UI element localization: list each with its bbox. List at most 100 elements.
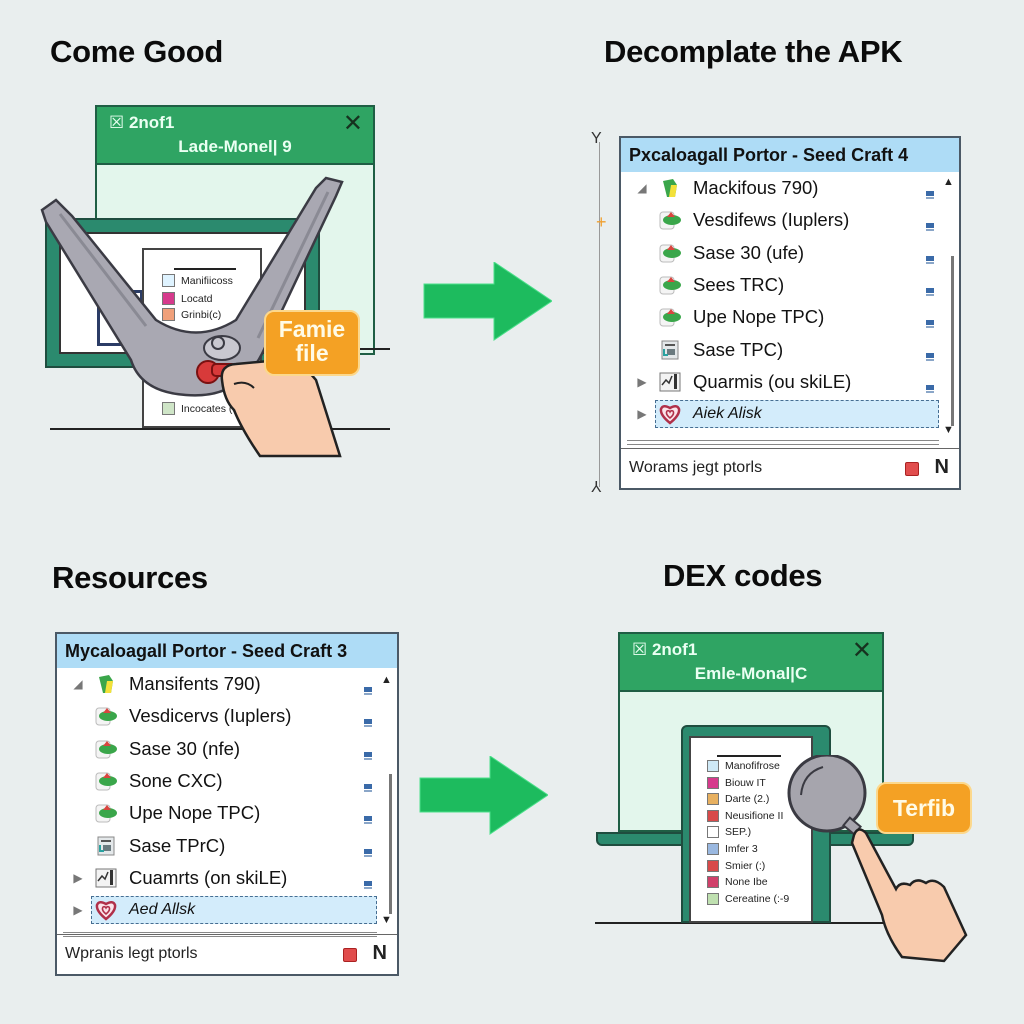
status-text: Wpranis legt ptorls	[65, 945, 198, 962]
doc-icon	[707, 793, 719, 806]
callout-line: Famie	[278, 316, 346, 342]
tree-row[interactable]: Sase 30 (ufe)	[621, 237, 959, 269]
row-action-icon[interactable]	[363, 776, 373, 793]
callout-line: Terfib	[892, 795, 956, 821]
collapse-arrow-icon[interactable]: ◢	[67, 677, 89, 691]
close-icon[interactable]: ✕	[852, 636, 872, 665]
tree-rows: ◢ Mackifous 790) Vesdifews (Iuplers) Sase 3…	[621, 172, 959, 430]
status-bar: Wpranis legt ptorls N	[57, 934, 397, 974]
heart-icon	[659, 403, 683, 425]
tree-row[interactable]: Upe Nope TPC)	[57, 797, 397, 829]
package-icon	[659, 242, 683, 264]
row-action-icon[interactable]	[363, 808, 373, 825]
doc-item: Smier (:)	[707, 859, 765, 872]
tree-row-selected[interactable]: ▶ Aiek Alisk	[621, 398, 959, 430]
tree-window-title: Mycaloagall Portor - Seed Craft 3	[57, 634, 397, 668]
row-action-icon[interactable]	[925, 280, 935, 297]
tree-row[interactable]: Vesdicervs (Iuplers)	[57, 700, 397, 732]
package-icon	[659, 209, 683, 231]
doc-item: Cereatine (:-9	[707, 892, 790, 905]
row-action-icon[interactable]	[925, 215, 935, 232]
doc-item: Darte (2.)	[707, 793, 769, 806]
tree-row-label: Upe Nope TPC)	[129, 802, 261, 824]
window-subtitle: Lade-Monel| 9	[178, 137, 292, 156]
doc-icon	[707, 776, 719, 789]
doc-icon	[707, 859, 719, 872]
heart-icon	[95, 899, 119, 921]
window-title: ☒ 2nof1	[109, 113, 175, 132]
scrollbar-thumb[interactable]	[951, 256, 954, 426]
doc-item-label: Cereatine (:-9	[725, 892, 790, 905]
tree-row[interactable]: Sees TRC)	[621, 269, 959, 301]
expand-arrow-icon[interactable]: ▶	[631, 375, 653, 389]
apk-tree-window: Pxcaloagall Portor - Seed Craft 4 ◢ Macki…	[619, 136, 961, 490]
row-action-icon[interactable]	[925, 183, 935, 200]
guide-top-handle[interactable]: Y	[591, 130, 602, 148]
heading-dex-codes: DEX codes	[663, 558, 823, 593]
guide-bottom-handle[interactable]: Y	[591, 476, 602, 494]
file-icon	[659, 339, 683, 361]
chart-icon	[95, 867, 119, 889]
status-bar: Worams jegt ptorls N	[621, 448, 959, 488]
row-action-icon[interactable]	[925, 312, 935, 329]
doc-item: Biouw IT	[707, 776, 766, 789]
doc-item: SEP.)	[707, 826, 751, 839]
horizontal-scrollbar[interactable]	[627, 440, 939, 445]
scroll-up-button[interactable]: ▲	[381, 674, 393, 686]
tree-rows: ◢ Mansifents 790) Vesdicervs (Iuplers) Sase…	[57, 668, 397, 926]
row-action-icon[interactable]	[363, 679, 373, 696]
package-icon	[659, 306, 683, 328]
tree-row[interactable]: ▶ Cuamrts (on skiLE)	[57, 862, 397, 894]
expand-arrow-icon[interactable]: ▶	[67, 903, 89, 917]
package-icon	[95, 705, 119, 727]
callout-line: file	[295, 340, 329, 367]
hand-pointer-icon	[850, 828, 968, 963]
doc-item: Imfer 3	[707, 843, 758, 855]
expand-arrow-icon[interactable]: ▶	[67, 871, 89, 885]
arrow-right-icon	[423, 262, 552, 341]
tree-row-selected[interactable]: ▶ Aed Allsk	[57, 894, 397, 926]
status-badge: N	[934, 456, 949, 478]
row-action-icon[interactable]	[925, 345, 935, 361]
tree-row[interactable]: Sase TPC)	[621, 333, 959, 365]
tree-row[interactable]: ◢ Mansifents 790)	[57, 668, 397, 700]
tree-row[interactable]: Vesdifews (Iuplers)	[621, 204, 959, 236]
scroll-down-button[interactable]: ▼	[943, 424, 955, 436]
tree-row-label: Mansifents 790)	[129, 673, 261, 695]
row-action-icon[interactable]	[363, 711, 373, 728]
stop-icon[interactable]	[905, 462, 919, 476]
row-action-icon[interactable]	[363, 841, 373, 857]
scroll-up-button[interactable]: ▲	[943, 176, 955, 188]
expand-arrow-icon[interactable]: ▶	[631, 407, 653, 421]
chart-icon	[659, 371, 683, 393]
row-action-icon[interactable]	[925, 248, 935, 264]
collapse-arrow-icon[interactable]: ◢	[631, 181, 653, 195]
package-icon	[659, 274, 683, 296]
tree-row[interactable]: ◢ Mackifous 790)	[621, 172, 959, 204]
callout-famie-file: Famie file	[264, 310, 360, 376]
tree-row[interactable]: Sase TPrC)	[57, 829, 397, 861]
tree-row-label: Aed Allsk	[129, 901, 196, 919]
close-icon[interactable]: ✕	[343, 109, 363, 138]
arrow-right-icon	[419, 756, 548, 835]
android-icon	[95, 673, 119, 695]
heading-decompile-apk: Decomplate the APK	[604, 34, 903, 69]
tree-row-label: Vesdicervs (Iuplers)	[129, 705, 292, 727]
doc-item-label: Manofifrose	[725, 760, 780, 772]
row-action-icon[interactable]	[363, 744, 373, 760]
tree-row[interactable]: Upe Nope TPC)	[621, 301, 959, 333]
status-badge: N	[372, 942, 387, 964]
file-icon	[95, 835, 119, 857]
tree-row[interactable]: ▶ Quarmis (ou skiLE)	[621, 366, 959, 398]
doc-icon	[707, 826, 719, 839]
window-subtitle: Emle-Monal|C	[694, 664, 808, 683]
row-action-icon[interactable]	[925, 377, 935, 393]
scroll-down-button[interactable]: ▼	[381, 914, 393, 926]
tree-row[interactable]: Sone CXC)	[57, 765, 397, 797]
scrollbar-thumb[interactable]	[389, 774, 392, 914]
row-action-icon[interactable]	[363, 873, 373, 889]
tree-row[interactable]: Sase 30 (nfe)	[57, 733, 397, 765]
doc-item: Manofifrose	[707, 760, 780, 772]
heading-come-good: Come Good	[50, 34, 223, 69]
stop-icon[interactable]	[343, 948, 357, 962]
